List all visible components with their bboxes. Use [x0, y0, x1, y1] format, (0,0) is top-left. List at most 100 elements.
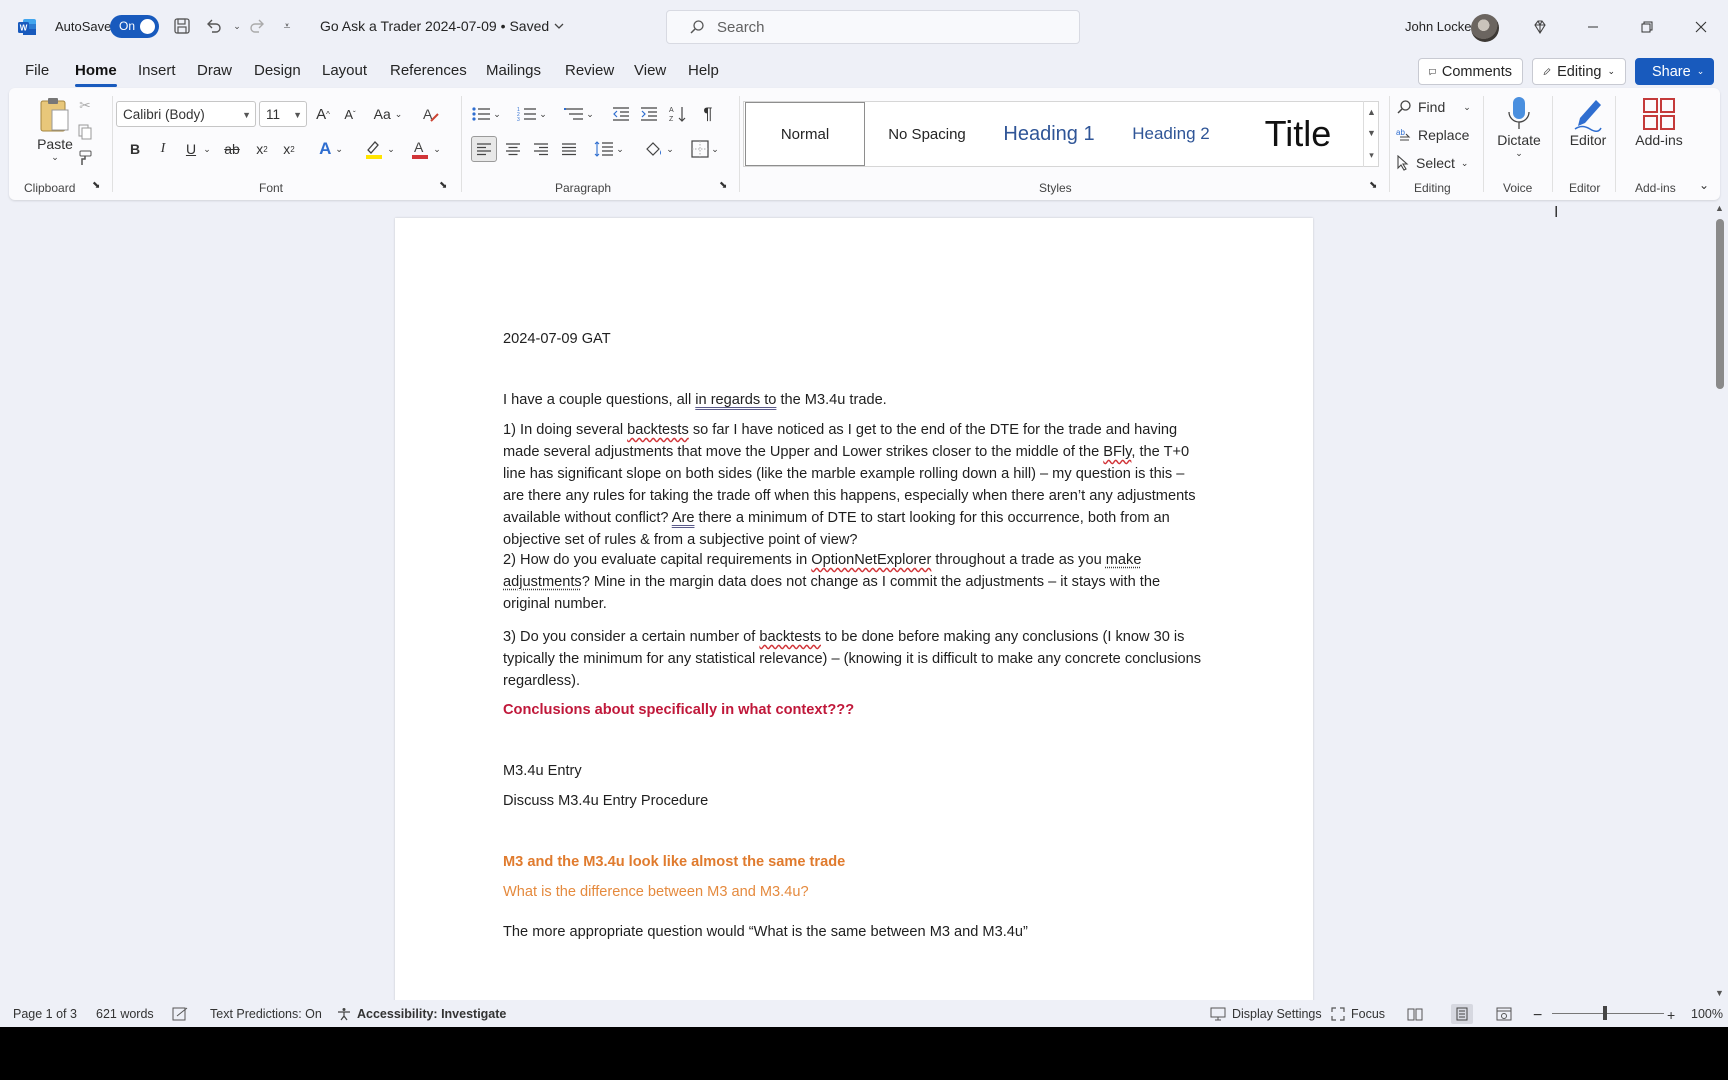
select-button[interactable]: Select ⌄	[1396, 152, 1468, 174]
document-title[interactable]: Go Ask a Trader 2024-07-09 • Saved	[320, 18, 565, 34]
dialog-launcher-icon[interactable]: ⬊	[719, 180, 727, 191]
change-case-button[interactable]: Aa ⌄	[369, 101, 407, 127]
more-styles-icon[interactable]: ▾	[1369, 150, 1374, 161]
chevron-down-icon[interactable]: ▼	[1367, 128, 1376, 138]
tab-references[interactable]: References	[390, 62, 467, 79]
display-settings-button[interactable]: Display Settings	[1210, 1007, 1322, 1021]
style-heading-1[interactable]: Heading 1	[989, 102, 1109, 166]
clear-formatting-icon[interactable]: A	[419, 101, 443, 127]
tab-draw[interactable]: Draw	[197, 62, 232, 79]
zoom-level[interactable]: 100%	[1691, 1007, 1723, 1021]
scrollbar-thumb[interactable]	[1716, 219, 1724, 389]
copy-icon[interactable]	[74, 121, 96, 143]
proofing-icon[interactable]	[172, 1007, 188, 1021]
bold-icon[interactable]: B	[123, 136, 147, 162]
format-painter-icon[interactable]	[74, 147, 96, 169]
decrease-indent-icon[interactable]	[609, 101, 633, 127]
read-mode-icon[interactable]	[1407, 1007, 1423, 1021]
subscript-icon[interactable]: x2	[250, 136, 274, 162]
increase-indent-icon[interactable]	[637, 101, 661, 127]
style-normal[interactable]: Normal	[745, 102, 865, 166]
search-box[interactable]: Search	[666, 10, 1080, 44]
tab-view[interactable]: View	[634, 62, 666, 79]
tab-help[interactable]: Help	[688, 62, 719, 79]
redo-icon[interactable]	[246, 15, 268, 37]
zoom-in-icon[interactable]: +	[1667, 1007, 1675, 1023]
line-spacing-icon[interactable]: ⌄	[589, 136, 629, 162]
align-center-icon[interactable]	[501, 136, 525, 162]
share-button[interactable]: Share ⌄	[1635, 58, 1714, 85]
align-right-icon[interactable]	[529, 136, 553, 162]
styles-scroll[interactable]: ▲ ▼ ▾	[1363, 101, 1379, 167]
chevron-down-icon[interactable]: ⌄	[201, 136, 213, 162]
zoom-slider[interactable]	[1552, 1013, 1664, 1014]
tab-mailings[interactable]: Mailings	[486, 62, 541, 79]
addins-button[interactable]: Add-ins	[1621, 96, 1697, 148]
dialog-launcher-icon[interactable]: ⬊	[439, 180, 447, 191]
highlight-color-icon[interactable]: ⌄	[359, 136, 399, 162]
multilevel-list-icon[interactable]: ⌄	[559, 101, 599, 127]
tab-layout[interactable]: Layout	[322, 62, 367, 79]
font-family-select[interactable]: Calibri (Body) ▼	[116, 101, 256, 127]
customize-toolbar-icon[interactable]: ⩡	[276, 15, 298, 37]
undo-dropdown-icon[interactable]: ⌄	[226, 15, 248, 37]
comments-button[interactable]: Comments	[1418, 58, 1523, 85]
find-button[interactable]: Find ⌄	[1396, 96, 1471, 118]
user-name[interactable]: John Locke	[1405, 19, 1472, 34]
style-heading-2[interactable]: Heading 2	[1111, 102, 1231, 166]
premium-diamond-icon[interactable]	[1525, 12, 1555, 42]
close-icon[interactable]	[1686, 12, 1716, 42]
justify-icon[interactable]	[557, 136, 581, 162]
font-size-select[interactable]: 11 ▼	[259, 101, 307, 127]
save-icon[interactable]	[171, 15, 193, 37]
superscript-icon[interactable]: x2	[277, 136, 301, 162]
undo-icon[interactable]	[203, 15, 225, 37]
tab-review[interactable]: Review	[565, 62, 614, 79]
strikethrough-icon[interactable]: ab	[220, 136, 244, 162]
chevron-up-icon[interactable]: ▲	[1367, 107, 1376, 117]
collapse-ribbon-icon[interactable]: ⌄	[1699, 178, 1709, 192]
word-count[interactable]: 621 words	[96, 1007, 154, 1021]
document-page[interactable]: 2024-07-09 GAT I have a couple questions…	[395, 218, 1313, 1027]
web-layout-icon[interactable]	[1496, 1007, 1512, 1021]
autosave-toggle[interactable]: On	[110, 15, 159, 38]
scroll-up-icon[interactable]: ▲	[1715, 203, 1724, 213]
shading-icon[interactable]: ⌄	[639, 136, 679, 162]
font-color-icon[interactable]: A ⌄	[405, 136, 445, 162]
underline-icon[interactable]: U	[179, 136, 203, 162]
show-formatting-marks-icon[interactable]: ¶	[696, 101, 720, 127]
grow-font-icon[interactable]: A ^	[311, 101, 335, 127]
zoom-out-icon[interactable]: −	[1533, 1007, 1542, 1025]
vertical-scrollbar[interactable]: ▲ ▼	[1712, 203, 1728, 998]
replace-button[interactable]: ab Replace	[1396, 124, 1469, 146]
scroll-down-icon[interactable]: ▼	[1715, 988, 1724, 998]
shrink-font-icon[interactable]: Aˇ	[338, 101, 362, 127]
style-title[interactable]: Title	[1233, 102, 1363, 166]
editing-mode-button[interactable]: Editing ⌄	[1532, 58, 1626, 85]
editor-button[interactable]: Editor	[1558, 96, 1618, 148]
tab-design[interactable]: Design	[254, 62, 301, 79]
avatar[interactable]	[1471, 14, 1499, 42]
minimize-icon[interactable]	[1578, 12, 1608, 42]
italic-icon[interactable]: I	[151, 136, 175, 162]
text-effects-icon[interactable]: A ⌄	[312, 136, 350, 162]
dialog-launcher-icon[interactable]: ⬊	[1369, 180, 1377, 191]
style-no-spacing[interactable]: No Spacing	[867, 102, 987, 166]
borders-icon[interactable]: ⌄	[685, 136, 725, 162]
cut-icon[interactable]: ✂	[74, 94, 96, 116]
print-layout-icon[interactable]	[1451, 1004, 1473, 1024]
tab-file[interactable]: File	[25, 62, 49, 79]
numbering-icon[interactable]: 1 2 3 ⌄	[512, 101, 552, 127]
page-count[interactable]: Page 1 of 3	[13, 1007, 77, 1021]
align-left-icon[interactable]	[471, 136, 497, 162]
dictate-button[interactable]: Dictate ⌄	[1489, 96, 1549, 159]
tab-home[interactable]: Home	[75, 62, 117, 87]
dialog-launcher-icon[interactable]: ⬊	[92, 180, 100, 191]
text-predictions-status[interactable]: Text Predictions: On	[210, 1007, 322, 1021]
restore-icon[interactable]	[1632, 12, 1662, 42]
accessibility-status[interactable]: Accessibility: Investigate	[337, 1007, 506, 1021]
zoom-slider-thumb[interactable]	[1603, 1006, 1607, 1020]
bullets-icon[interactable]: ⌄	[466, 101, 506, 127]
sort-icon[interactable]: AZ	[666, 101, 690, 127]
tab-insert[interactable]: Insert	[138, 62, 176, 79]
